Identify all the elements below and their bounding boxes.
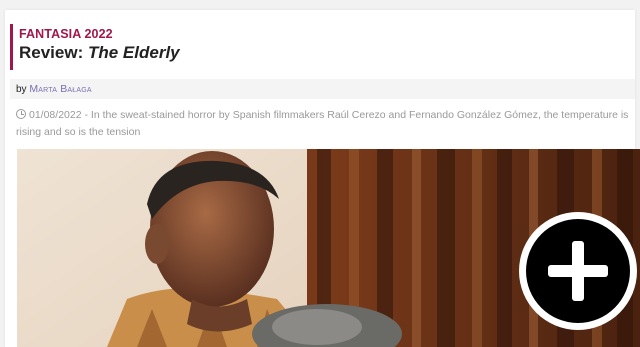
summary-text: In the sweat-stained horror by Spanish f…	[16, 109, 629, 138]
byline-prefix: by	[16, 84, 30, 95]
zoom-plus-icon	[526, 219, 630, 323]
title-prefix: Review:	[19, 43, 88, 62]
summary-separator: -	[81, 109, 91, 121]
author-link[interactable]: Marta Bałaga	[29, 83, 91, 95]
zoom-button[interactable]	[519, 212, 637, 330]
byline: by Marta Bałaga	[10, 79, 635, 99]
article-title: Review: The Elderly	[19, 43, 530, 63]
publish-date: 01/08/2022	[29, 109, 82, 121]
clock-icon	[16, 109, 26, 119]
category-label[interactable]: FANTASIA 2022	[19, 27, 530, 41]
film-title: The Elderly	[87, 43, 180, 62]
page: FANTASIA 2022 Review: The Elderly by Mar…	[0, 0, 640, 347]
article-header: FANTASIA 2022 Review: The Elderly	[10, 24, 530, 70]
article-summary: 01/08/2022 - In the sweat-stained horror…	[16, 107, 631, 141]
